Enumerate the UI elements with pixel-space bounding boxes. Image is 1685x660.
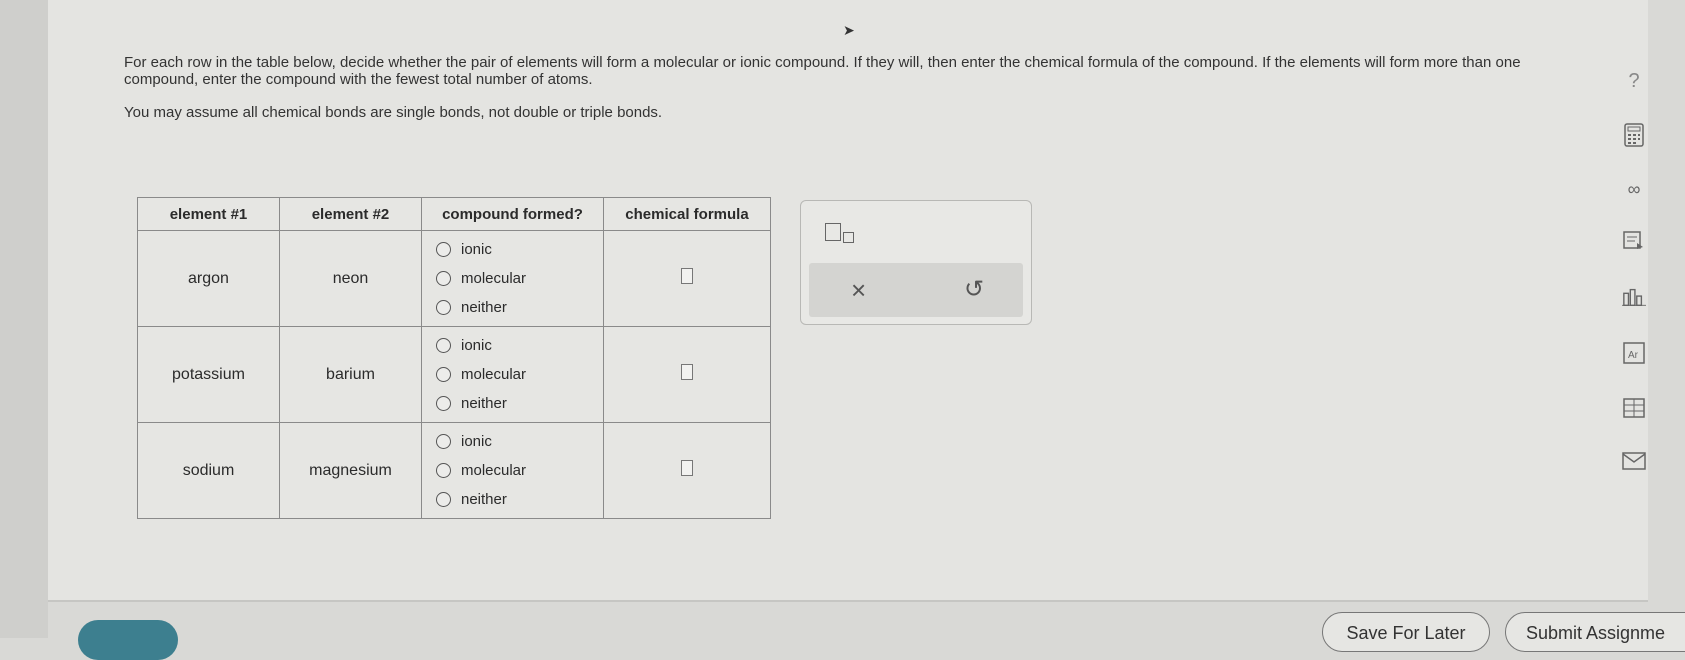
table-row: potassium barium ionic molecular neither <box>137 326 771 423</box>
mail-icon[interactable] <box>1622 450 1646 472</box>
help-icon[interactable]: ? <box>1622 70 1646 92</box>
table-row: sodium magnesium ionic molecular neither <box>137 422 771 519</box>
bar-chart-icon[interactable] <box>1622 286 1646 308</box>
option-neither[interactable]: neither <box>436 293 603 322</box>
radio-button[interactable] <box>436 271 451 286</box>
tool-action-bar: × ↺ <box>809 263 1023 317</box>
radio-button[interactable] <box>436 338 451 353</box>
element-1-cell: sodium <box>137 422 280 519</box>
element-2-cell: magnesium <box>279 422 422 519</box>
radio-button[interactable] <box>436 367 451 382</box>
question-instructions: For each row in the table below, decide … <box>124 54 1544 137</box>
element-1-cell: potassium <box>137 326 280 423</box>
infinity-icon[interactable]: ∞ <box>1622 178 1646 200</box>
submit-assignment-button[interactable]: Submit Assignme <box>1505 612 1685 652</box>
option-molecular[interactable]: molecular <box>436 456 603 485</box>
option-neither[interactable]: neither <box>436 389 603 418</box>
radio-button[interactable] <box>436 300 451 315</box>
header-compound-formed: compound formed? <box>421 197 604 231</box>
option-label: neither <box>461 491 507 508</box>
reading-icon[interactable] <box>1622 230 1646 252</box>
element-2-cell: neon <box>279 230 422 327</box>
option-molecular[interactable]: molecular <box>436 264 603 293</box>
calculator-icon[interactable] <box>1622 123 1646 147</box>
table-row: argon neon ionic molecular neither <box>137 230 771 327</box>
svg-text:Ar: Ar <box>1628 350 1639 361</box>
formula-input[interactable] <box>681 460 693 476</box>
option-label: ionic <box>461 337 492 354</box>
instructions-paragraph-2: You may assume all chemical bonds are si… <box>124 104 663 121</box>
radio-button[interactable] <box>436 463 451 478</box>
option-label: neither <box>461 395 507 412</box>
option-ionic[interactable]: ionic <box>436 235 603 264</box>
data-table-icon[interactable] <box>1622 398 1646 420</box>
compound-options: ionic molecular neither <box>421 422 604 519</box>
left-gutter <box>0 0 48 638</box>
option-label: molecular <box>461 462 527 479</box>
option-label: neither <box>461 299 507 316</box>
formula-cell <box>603 422 771 519</box>
mouse-cursor-icon: ➤ <box>843 22 855 38</box>
option-label: molecular <box>461 366 527 383</box>
element-1-cell: argon <box>137 230 280 327</box>
option-neither[interactable]: neither <box>436 485 603 514</box>
element-2-cell: barium <box>279 326 422 423</box>
subscript-icon[interactable] <box>825 223 865 247</box>
compound-options: ionic molecular neither <box>421 230 604 327</box>
radio-button[interactable] <box>436 492 451 507</box>
clear-button[interactable]: × <box>851 275 866 306</box>
radio-button[interactable] <box>436 396 451 411</box>
check-button[interactable] <box>78 620 178 660</box>
option-label: ionic <box>461 433 492 450</box>
header-element-1: element #1 <box>137 197 280 231</box>
periodic-table-icon[interactable]: Ar <box>1622 342 1646 364</box>
radio-button[interactable] <box>436 434 451 449</box>
answer-table: element #1 element #2 compound formed? c… <box>137 197 771 519</box>
instructions-paragraph-1: For each row in the table below, decide … <box>124 54 1521 88</box>
undo-button[interactable]: ↺ <box>964 275 984 304</box>
compound-options: ionic molecular neither <box>421 326 604 423</box>
formula-cell <box>603 230 771 327</box>
formula-tool-panel: × ↺ <box>800 200 1032 325</box>
radio-button[interactable] <box>436 242 451 257</box>
option-label: ionic <box>461 241 492 258</box>
option-ionic[interactable]: ionic <box>436 331 603 360</box>
option-label: molecular <box>461 270 527 287</box>
formula-input[interactable] <box>681 364 693 380</box>
option-ionic[interactable]: ionic <box>436 427 603 456</box>
header-element-2: element #2 <box>279 197 422 231</box>
formula-input[interactable] <box>681 268 693 284</box>
save-for-later-button[interactable]: Save For Later <box>1322 612 1490 652</box>
formula-cell <box>603 326 771 423</box>
header-chemical-formula: chemical formula <box>603 197 771 231</box>
option-molecular[interactable]: molecular <box>436 360 603 389</box>
